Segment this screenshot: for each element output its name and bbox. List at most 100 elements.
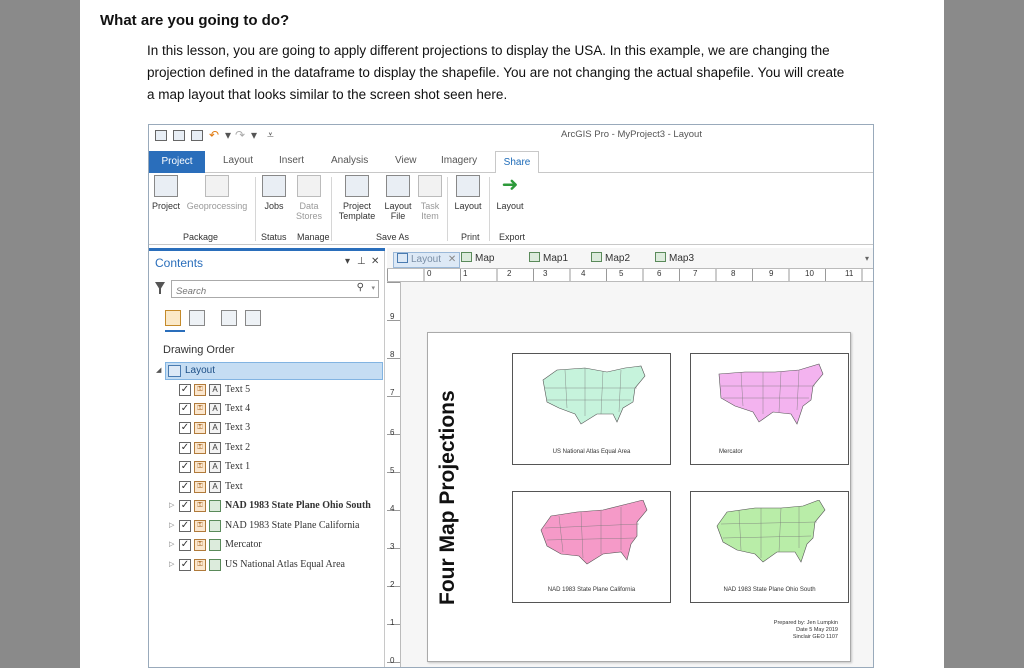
search-icon[interactable]: ⚲ bbox=[357, 282, 364, 293]
package-project-button[interactable]: Project bbox=[151, 175, 181, 211]
undo-icon[interactable]: ↶ bbox=[209, 128, 219, 142]
tabs-dropdown-icon[interactable]: ▾ bbox=[865, 254, 869, 263]
dropdown-icon[interactable]: ▾ bbox=[225, 128, 231, 142]
tab-analysis[interactable]: Analysis bbox=[331, 155, 368, 166]
tree-item-map-frame-mercator[interactable]: ▷ ✓ ⚿ Mercator bbox=[159, 537, 383, 555]
group-manage: Manage bbox=[297, 232, 330, 242]
contents-pane: Contents ▾ ⊥ ✕ ⚲ ▾ Drawing Order ◢ Layou… bbox=[149, 248, 385, 667]
close-icon[interactable]: ✕ bbox=[371, 256, 379, 267]
tree-item-text4[interactable]: ✓ ⚿ A Text 4 bbox=[159, 401, 383, 419]
pin-icon[interactable]: ⊥ bbox=[357, 256, 366, 267]
tab-insert[interactable]: Insert bbox=[279, 155, 304, 166]
tree-item-map-frame-california[interactable]: ▷ ✓ ⚿ NAD 1983 State Plane California bbox=[159, 518, 383, 536]
lock-icon[interactable]: ⚿ bbox=[194, 442, 206, 454]
text-element-icon: A bbox=[209, 403, 221, 415]
search-options-icon[interactable]: ▾ bbox=[371, 284, 375, 292]
arrow-right-icon: ➜ bbox=[501, 174, 519, 196]
visibility-checkbox[interactable]: ✓ bbox=[179, 384, 191, 396]
lock-icon[interactable]: ⚿ bbox=[194, 461, 206, 473]
lock-icon[interactable]: ⚿ bbox=[194, 481, 206, 493]
layout-file-icon bbox=[386, 175, 410, 197]
doc-tab-map1[interactable]: Map1 bbox=[529, 252, 568, 268]
doc-tab-layout[interactable]: Layout ✕ bbox=[393, 252, 461, 268]
tab-view[interactable]: View bbox=[395, 155, 417, 166]
tree-item-map-frame-ohio-south[interactable]: ▷ ✓ ⚿ NAD 1983 State Plane Ohio South bbox=[159, 498, 383, 516]
expand-icon[interactable]: ▷ bbox=[169, 560, 174, 568]
doc-tab-map2[interactable]: Map2 bbox=[591, 252, 630, 268]
lock-icon[interactable]: ⚿ bbox=[194, 539, 206, 551]
task-item-button[interactable]: Task Item bbox=[417, 175, 443, 221]
save-project-icon[interactable] bbox=[191, 130, 203, 141]
usa-map-california bbox=[540, 500, 648, 565]
redo-icon[interactable]: ↷ bbox=[235, 128, 245, 142]
new-project-icon[interactable] bbox=[155, 130, 167, 141]
visibility-checkbox[interactable]: ✓ bbox=[179, 481, 191, 493]
expand-icon[interactable]: ▷ bbox=[169, 540, 174, 548]
expand-icon[interactable]: ▷ bbox=[169, 501, 174, 509]
search-input[interactable] bbox=[172, 283, 342, 300]
tree-item-text5[interactable]: ✓ ⚿ A Text 5 bbox=[159, 382, 383, 400]
expand-icon[interactable]: ▷ bbox=[169, 521, 174, 529]
list-by-snapping-icon[interactable] bbox=[245, 310, 261, 326]
project-template-button[interactable]: Project Template bbox=[335, 175, 379, 221]
map-caption[interactable]: NAD 1983 State Plane Ohio South bbox=[691, 587, 848, 593]
lock-icon[interactable]: ⚿ bbox=[194, 500, 206, 512]
map-caption[interactable]: NAD 1983 State Plane California bbox=[513, 587, 670, 593]
lock-icon[interactable]: ⚿ bbox=[194, 422, 206, 434]
package-icon bbox=[154, 175, 178, 197]
lock-icon[interactable]: ⚿ bbox=[194, 520, 206, 532]
doc-tab-map[interactable]: Map bbox=[461, 252, 494, 268]
map-caption[interactable]: Mercator bbox=[691, 449, 848, 455]
collapse-icon[interactable]: ◢ bbox=[156, 366, 161, 374]
print-layout-button[interactable]: Layout bbox=[451, 175, 485, 211]
tab-imagery[interactable]: Imagery bbox=[441, 155, 477, 166]
lock-icon[interactable]: ⚿ bbox=[194, 559, 206, 571]
pane-menu-icon[interactable]: ▾ bbox=[345, 256, 350, 267]
map-caption[interactable]: US National Atlas Equal Area bbox=[513, 449, 670, 455]
map-frame-icon bbox=[209, 500, 221, 512]
visibility-checkbox[interactable]: ✓ bbox=[179, 520, 191, 532]
layout-title[interactable]: Four Map Projections bbox=[436, 363, 472, 633]
map-frame-equal-area[interactable]: US National Atlas Equal Area bbox=[512, 353, 671, 465]
tab-layout[interactable]: Layout bbox=[223, 155, 253, 166]
tree-item-text[interactable]: ✓ ⚿ A Text bbox=[159, 479, 383, 497]
layout-page[interactable]: Four Map Projections US National Atlas E… bbox=[427, 332, 851, 662]
map-frame-california[interactable]: NAD 1983 State Plane California bbox=[512, 491, 671, 603]
visibility-checkbox[interactable]: ✓ bbox=[179, 403, 191, 415]
customize-toolbar-icon[interactable]: ⩡ bbox=[267, 128, 274, 143]
tab-project[interactable]: Project bbox=[149, 151, 205, 173]
drawing-order-view-icon[interactable] bbox=[165, 310, 181, 326]
tree-item-text3[interactable]: ✓ ⚿ A Text 3 bbox=[159, 420, 383, 438]
tree-item-text1[interactable]: ✓ ⚿ A Text 1 bbox=[159, 459, 383, 477]
visibility-checkbox[interactable]: ✓ bbox=[179, 461, 191, 473]
credits-text[interactable]: Prepared by: Jen Lumpkin Date 5 May 2019… bbox=[774, 620, 838, 641]
layout-file-button[interactable]: Layout File bbox=[381, 175, 415, 221]
tree-item-map-frame-equal-area[interactable]: ▷ ✓ ⚿ US National Atlas Equal Area bbox=[159, 557, 383, 575]
jobs-button[interactable]: Jobs bbox=[259, 175, 289, 211]
quick-access-toolbar: ↶ ▾ ↷ ▾ ⩡ ArcGIS Pro - MyProject3 - Layo… bbox=[149, 125, 873, 147]
list-by-selection-icon[interactable] bbox=[189, 310, 205, 326]
layout-tree-root[interactable]: Layout bbox=[165, 362, 383, 380]
group-export: Export bbox=[499, 232, 526, 242]
search-box[interactable]: ⚲ ▾ bbox=[171, 280, 379, 300]
visibility-checkbox[interactable]: ✓ bbox=[179, 539, 191, 551]
map-frame-mercator[interactable]: Mercator bbox=[690, 353, 849, 465]
open-project-icon[interactable] bbox=[173, 130, 185, 141]
text-element-icon: A bbox=[209, 384, 221, 396]
map-frame-ohio-south[interactable]: NAD 1983 State Plane Ohio South bbox=[690, 491, 849, 603]
lock-icon[interactable]: ⚿ bbox=[194, 403, 206, 415]
tab-share[interactable]: Share bbox=[495, 151, 539, 174]
visibility-checkbox[interactable]: ✓ bbox=[179, 559, 191, 571]
doc-tab-map3[interactable]: Map3 bbox=[655, 252, 694, 268]
close-tab-icon[interactable]: ✕ bbox=[448, 254, 456, 265]
tree-item-text2[interactable]: ✓ ⚿ A Text 2 bbox=[159, 440, 383, 458]
visibility-checkbox[interactable]: ✓ bbox=[179, 442, 191, 454]
package-geoprocessing-button[interactable]: Geoprocessing bbox=[183, 175, 251, 211]
visibility-checkbox[interactable]: ✓ bbox=[179, 500, 191, 512]
visibility-checkbox[interactable]: ✓ bbox=[179, 422, 191, 434]
lock-icon[interactable]: ⚿ bbox=[194, 384, 206, 396]
dropdown-icon[interactable]: ▾ bbox=[251, 128, 257, 142]
export-layout-button[interactable]: ➜ Layout bbox=[493, 175, 527, 211]
list-by-editing-icon[interactable] bbox=[221, 310, 237, 326]
data-stores-button[interactable]: Data Stores bbox=[293, 175, 325, 221]
